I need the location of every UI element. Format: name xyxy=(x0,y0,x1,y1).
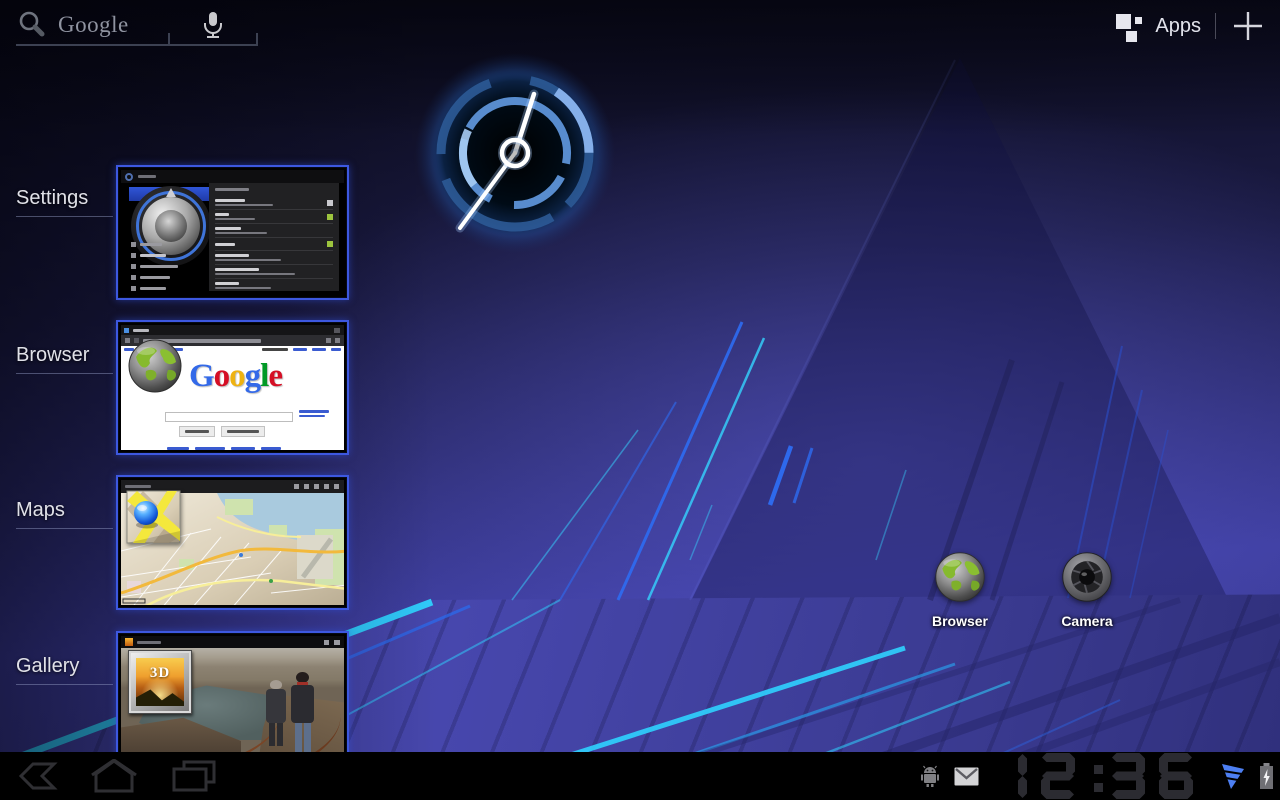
browser-thumbnail[interactable]: Google xyxy=(116,320,349,455)
shortcut-label: Camera xyxy=(1032,613,1142,629)
gallery-actionbar xyxy=(121,636,344,648)
person-figure xyxy=(289,672,315,752)
browser-tab-bar xyxy=(121,325,344,335)
person-figure xyxy=(265,680,287,746)
recents-label: Maps xyxy=(16,499,116,522)
search-icon xyxy=(16,9,48,41)
status-area[interactable] xyxy=(920,752,1280,800)
apps-grid-icon xyxy=(1113,10,1145,42)
browser-globe-icon xyxy=(126,337,184,395)
search-logo: Google xyxy=(58,12,129,38)
honeycomb-home-screen: Google Apps xyxy=(0,0,1280,800)
recents-label: Browser xyxy=(16,344,116,367)
maps-app-icon xyxy=(125,489,183,547)
recents-label-underline xyxy=(16,528,113,529)
usb-debugging-android-icon xyxy=(920,765,940,787)
recents-label-underline xyxy=(16,684,113,685)
add-widget-button[interactable] xyxy=(1230,8,1266,44)
back-button[interactable] xyxy=(16,752,62,800)
google-search-button xyxy=(179,426,215,437)
camera-icon xyxy=(1060,550,1114,604)
email-icon xyxy=(954,767,979,786)
microphone-icon xyxy=(202,11,224,39)
recents-label: Gallery xyxy=(16,655,116,678)
analog-clock-widget[interactable] xyxy=(413,51,617,255)
recents-label-underline xyxy=(16,373,113,374)
settings-menu-list xyxy=(131,242,178,295)
recents-label: Settings xyxy=(16,187,116,210)
feeling-lucky-button xyxy=(221,426,265,437)
top-right-divider xyxy=(1215,13,1216,39)
recent-apps-button[interactable] xyxy=(170,752,222,800)
status-clock xyxy=(993,753,1207,799)
apps-button[interactable]: Apps xyxy=(1113,10,1201,42)
maps-thumbnail[interactable] xyxy=(116,475,349,610)
system-bar xyxy=(0,752,1280,800)
top-right-cluster: Apps xyxy=(1113,8,1266,44)
recents-label-underline xyxy=(16,216,113,217)
search-input[interactable]: Google xyxy=(16,6,168,46)
google-logo: Google xyxy=(189,358,282,395)
home-icon xyxy=(90,759,138,793)
settings-thumbnail[interactable] xyxy=(116,165,349,300)
apps-label: Apps xyxy=(1155,15,1201,38)
shortcut-browser[interactable]: Browser xyxy=(905,550,1015,629)
voice-search-button[interactable] xyxy=(168,6,258,46)
home-button[interactable] xyxy=(90,752,138,800)
browser-globe-icon xyxy=(933,550,987,604)
back-icon xyxy=(16,760,62,792)
settings-app-icon xyxy=(125,173,133,181)
plus-icon xyxy=(1232,10,1264,42)
signal-strength-icon xyxy=(1221,763,1245,790)
settings-actionbar xyxy=(121,170,344,183)
recent-apps-icon xyxy=(170,760,222,792)
settings-detail-panel xyxy=(209,183,339,291)
battery-charging-icon xyxy=(1259,762,1274,790)
shortcut-camera[interactable]: Camera xyxy=(1032,550,1142,629)
gallery-3d-app-icon: 3D xyxy=(128,650,192,714)
search-box xyxy=(165,412,293,422)
shortcut-label: Browser xyxy=(905,613,1015,629)
google-search-widget[interactable]: Google xyxy=(16,6,258,44)
